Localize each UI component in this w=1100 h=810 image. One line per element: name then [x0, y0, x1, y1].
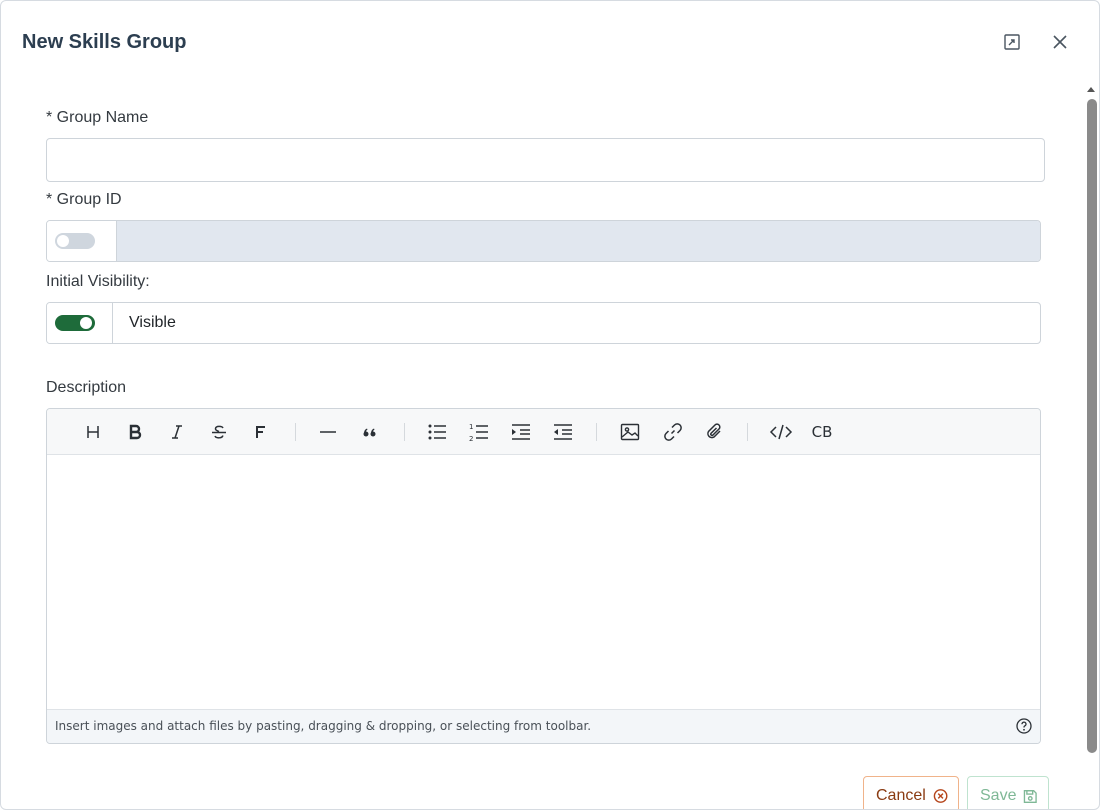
- toolbar-separator: [404, 423, 405, 441]
- visibility-field: Visible: [46, 302, 1041, 344]
- visibility-status: Visible: [129, 314, 176, 331]
- link-button[interactable]: [661, 420, 685, 444]
- group-id-field: [46, 220, 1041, 262]
- cancel-button[interactable]: Cancel: [863, 776, 959, 809]
- expand-button[interactable]: [999, 29, 1025, 55]
- code-button[interactable]: [769, 420, 793, 444]
- visibility-label: Initial Visibility:: [46, 273, 150, 290]
- numbered-list-button[interactable]: 12: [467, 420, 491, 444]
- group-id-toggle-cell: [47, 221, 117, 261]
- font-button[interactable]: [249, 420, 273, 444]
- group-name-input[interactable]: [46, 138, 1045, 182]
- strikethrough-button[interactable]: [207, 420, 231, 444]
- toolbar-separator: [747, 423, 748, 441]
- italic-icon: [172, 425, 182, 439]
- editor-statusbar: Insert images and attach files by pastin…: [47, 709, 1040, 743]
- outdent-button[interactable]: [551, 420, 575, 444]
- visibility-toggle-cell: [47, 303, 113, 343]
- cancel-button-label: Cancel: [876, 787, 926, 804]
- cancel-circle-icon: [933, 789, 948, 803]
- quote-icon: [363, 428, 376, 437]
- strikethrough-icon: [212, 425, 226, 439]
- scrollbar-thumb[interactable]: [1087, 99, 1097, 753]
- indent-button[interactable]: [509, 420, 533, 444]
- numbered-list-icon: 12: [469, 423, 488, 442]
- font-icon: [256, 426, 265, 438]
- horizontal-rule-icon: [320, 431, 336, 433]
- indent-icon: [512, 424, 530, 440]
- group-id-toggle[interactable]: [55, 233, 95, 249]
- svg-text:1: 1: [469, 423, 473, 431]
- close-button[interactable]: [1047, 29, 1073, 55]
- save-button[interactable]: Save: [967, 776, 1049, 809]
- image-icon: [620, 423, 640, 441]
- save-button-label: Save: [980, 787, 1017, 804]
- toolbar-separator: [295, 423, 296, 441]
- description-content[interactable]: [47, 455, 1040, 709]
- group-id-label: * Group ID: [46, 191, 122, 208]
- save-icon: [1024, 789, 1038, 803]
- link-icon: [664, 423, 682, 441]
- toolbar-separator: [596, 423, 597, 441]
- attachment-icon: [707, 423, 721, 439]
- new-skills-group-dialog: New Skills Group * Group Name * Group ID…: [0, 0, 1100, 810]
- bullet-list-button[interactable]: [425, 420, 449, 444]
- attachment-button[interactable]: [703, 420, 727, 444]
- svg-text:2: 2: [469, 435, 473, 442]
- heading-icon: [87, 426, 99, 438]
- quote-button[interactable]: [358, 420, 382, 444]
- italic-button[interactable]: [165, 420, 189, 444]
- bold-button[interactable]: [123, 420, 147, 444]
- outdent-icon: [554, 424, 572, 440]
- description-editor: 12 CB Insert images and attach files by …: [46, 408, 1041, 744]
- heading-button[interactable]: [81, 420, 105, 444]
- expand-icon: [1004, 34, 1020, 50]
- bold-icon: [129, 424, 142, 440]
- dialog-title: New Skills Group: [22, 31, 187, 53]
- code-block-icon: CB: [811, 423, 833, 441]
- code-icon: [769, 424, 793, 440]
- editor-toolbar: 12 CB: [47, 409, 1040, 455]
- group-id-input[interactable]: [117, 221, 1040, 261]
- editor-hint: Insert images and attach files by pastin…: [55, 719, 592, 733]
- image-button[interactable]: [618, 420, 642, 444]
- help-icon[interactable]: [1016, 718, 1032, 734]
- visibility-toggle[interactable]: [55, 315, 95, 331]
- scroll-up-arrow[interactable]: [1087, 87, 1095, 92]
- close-icon: [1053, 35, 1067, 49]
- bullet-list-icon: [428, 424, 446, 440]
- horizontal-rule-button[interactable]: [316, 420, 340, 444]
- code-block-button[interactable]: CB: [810, 420, 834, 444]
- description-label: Description: [46, 379, 127, 396]
- group-name-label: * Group Name: [46, 109, 149, 126]
